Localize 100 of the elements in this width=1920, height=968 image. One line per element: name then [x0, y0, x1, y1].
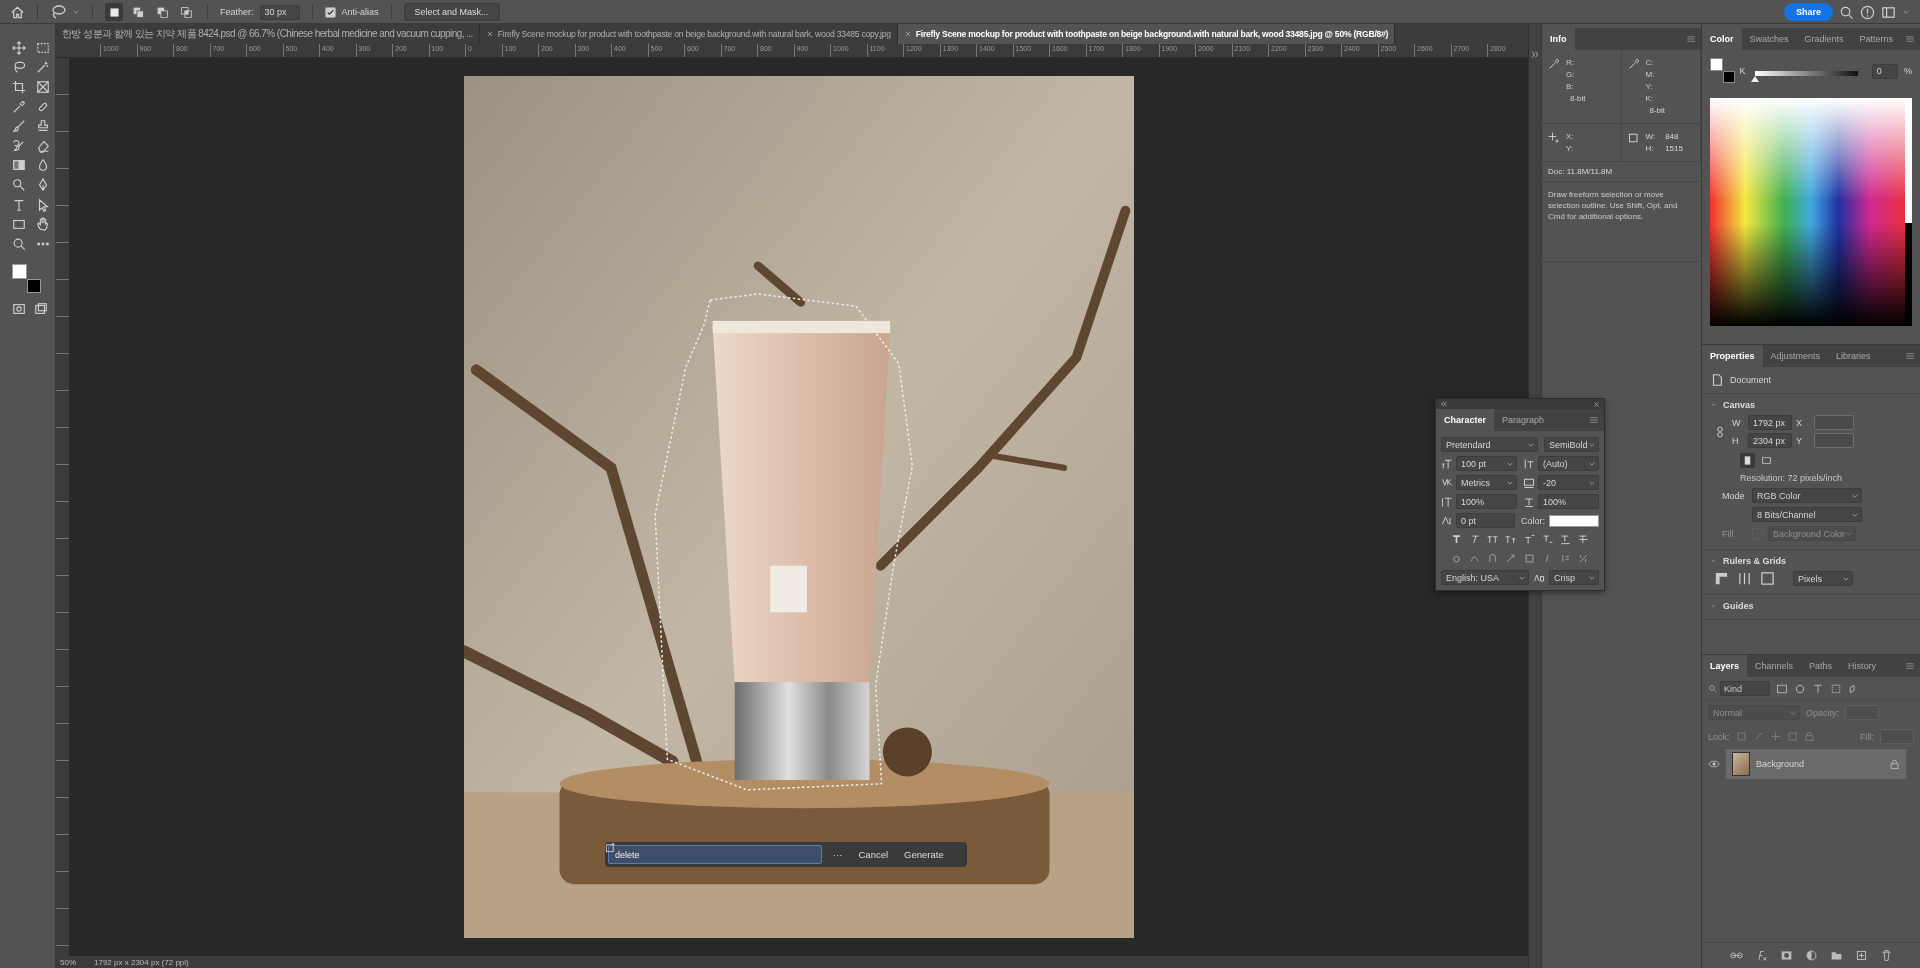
kerning-dropdown[interactable]: Metrics [1456, 475, 1517, 490]
eye-icon[interactable] [1708, 758, 1720, 770]
text-style-icon[interactable] [1450, 534, 1462, 545]
panel-tab[interactable]: Character [1436, 409, 1495, 431]
arrow-icon[interactable] [36, 197, 50, 212]
font-style-dropdown[interactable]: SemiBold [1544, 437, 1599, 452]
panel-menu-icon[interactable] [1685, 33, 1697, 45]
slider-thumb[interactable] [1751, 75, 1760, 82]
text-style-icon[interactable] [1560, 534, 1572, 545]
font-size-dropdown[interactable]: 100 pt [1456, 456, 1517, 471]
pen-icon[interactable] [36, 177, 50, 192]
marquee-icon[interactable] [36, 40, 50, 55]
text-style-icon[interactable] [1541, 534, 1553, 545]
help-icon[interactable] [1860, 4, 1875, 20]
folder-icon[interactable] [1829, 949, 1843, 962]
rectangle-icon[interactable] [12, 217, 26, 232]
drop-icon[interactable] [36, 158, 50, 173]
vertical-scale-field[interactable]: 100% [1456, 494, 1517, 509]
panel-tab[interactable]: Gradients [1796, 28, 1852, 50]
feather-field[interactable]: 30 px [259, 4, 300, 20]
leading-dropdown[interactable]: (Auto) [1538, 456, 1599, 471]
frame-icon[interactable] [36, 80, 50, 94]
collapse-icon[interactable] [1440, 400, 1448, 408]
cancel-button[interactable]: Cancel [853, 847, 894, 862]
text-color-swatch[interactable] [1549, 514, 1599, 527]
panel-tab[interactable]: Paths [1801, 655, 1841, 677]
share-button[interactable]: Share [1784, 3, 1833, 21]
home-icon[interactable] [10, 4, 25, 20]
panel-tab[interactable]: Swatches [1741, 28, 1797, 50]
background-color-swatch[interactable] [1723, 71, 1735, 83]
prompt-field[interactable]: delete [608, 845, 822, 864]
select-and-mask-button[interactable]: Select and Mask... [403, 3, 500, 21]
panel-tab[interactable]: Patterns [1851, 28, 1902, 50]
anti-aliasing-dropdown[interactable]: Crisp [1549, 570, 1599, 585]
anti-alias-checkbox[interactable] [324, 6, 336, 18]
font-family-dropdown[interactable]: Pretendard [1441, 437, 1538, 452]
stamp-icon[interactable] [36, 119, 50, 134]
opentype-icon[interactable] [1578, 553, 1590, 564]
close-icon[interactable] [1593, 400, 1600, 408]
adjustment-filter-icon[interactable] [1794, 682, 1806, 695]
baseline-shift-field[interactable]: 0 pt [1456, 513, 1515, 528]
panel-tab[interactable]: Paragraph [1494, 409, 1553, 431]
gradient-icon[interactable] [12, 158, 26, 173]
text-style-icon[interactable] [1578, 534, 1590, 545]
trash-icon[interactable] [1879, 949, 1893, 962]
width-field[interactable]: 1792 px [1748, 415, 1792, 430]
panel-tab[interactable]: History [1840, 655, 1885, 677]
foreground-color-swatch[interactable] [12, 263, 27, 279]
text-style-icon[interactable] [1505, 534, 1517, 545]
k-value-field[interactable]: 0 [1871, 63, 1898, 79]
panel-menu-icon[interactable] [1904, 660, 1916, 672]
panel-tab[interactable]: Channels [1747, 655, 1802, 677]
color-spectrum[interactable] [1710, 98, 1905, 326]
bit-depth-dropdown[interactable]: 8 Bits/Channel [1752, 507, 1862, 522]
panel-tab[interactable]: Color [1702, 28, 1742, 50]
hand-icon[interactable] [36, 217, 50, 232]
shape-filter-icon[interactable] [1830, 682, 1842, 695]
screen-mode-icon[interactable] [34, 301, 48, 316]
zoom-icon[interactable] [12, 236, 26, 251]
units-dropdown[interactable]: Pixels [1793, 571, 1853, 586]
tracking-dropdown[interactable]: -20 [1538, 475, 1599, 490]
panel-tab[interactable]: Info [1542, 28, 1575, 50]
mask-icon[interactable] [1779, 949, 1793, 962]
type-tool-icon[interactable] [12, 197, 26, 212]
eraser-icon[interactable] [36, 138, 50, 153]
adjustment-layer-icon[interactable] [1804, 949, 1818, 962]
opentype-icon[interactable] [1505, 553, 1517, 564]
lasso-icon[interactable] [12, 60, 26, 75]
text-style-icon[interactable] [1487, 534, 1499, 545]
grid-icon[interactable] [1737, 571, 1752, 586]
type-filter-icon[interactable] [1812, 682, 1824, 695]
wand-icon[interactable] [36, 60, 50, 75]
ruler-icon[interactable] [1714, 571, 1729, 586]
quick-mask-icon[interactable] [12, 301, 26, 316]
x-field[interactable] [1814, 415, 1854, 430]
height-field[interactable]: 2304 px [1748, 433, 1792, 448]
opentype-icon[interactable] [1523, 553, 1535, 564]
workspace-icon[interactable] [1881, 4, 1896, 20]
horizontal-scale-field[interactable]: 100% [1538, 494, 1599, 509]
text-style-icon[interactable] [1523, 534, 1535, 545]
more-button[interactable]: ··· [828, 847, 848, 862]
link-icon[interactable] [1714, 424, 1726, 439]
opentype-icon[interactable] [1468, 553, 1480, 564]
portrait-button[interactable] [1740, 453, 1755, 468]
document-tab[interactable]: Firefly Scene mockup for product with toothpaste on beige background.with natural bark, wood 33485.jpg @ 50% (RGB/8#) [897, 24, 1396, 44]
panel-tab[interactable]: Libraries [1828, 345, 1879, 367]
close-icon[interactable] [903, 30, 912, 38]
opentype-icon[interactable] [1450, 553, 1462, 564]
layer-filter-field[interactable]: Kind [1720, 681, 1770, 696]
grayscale-bar[interactable] [1905, 98, 1912, 326]
foreground-color-swatch[interactable] [1710, 58, 1723, 71]
mode-dropdown[interactable]: RGB Color [1752, 488, 1862, 503]
lasso-icon[interactable] [50, 4, 66, 20]
search-icon[interactable] [1839, 4, 1854, 20]
selection-mode-button[interactable] [105, 3, 123, 21]
panel-menu-icon[interactable] [1904, 33, 1916, 45]
panel-tab[interactable]: Layers [1702, 655, 1748, 677]
panel-menu-icon[interactable] [1588, 414, 1600, 426]
panel-menu-icon[interactable] [1904, 350, 1916, 362]
panel-tab[interactable]: Properties [1702, 345, 1763, 367]
